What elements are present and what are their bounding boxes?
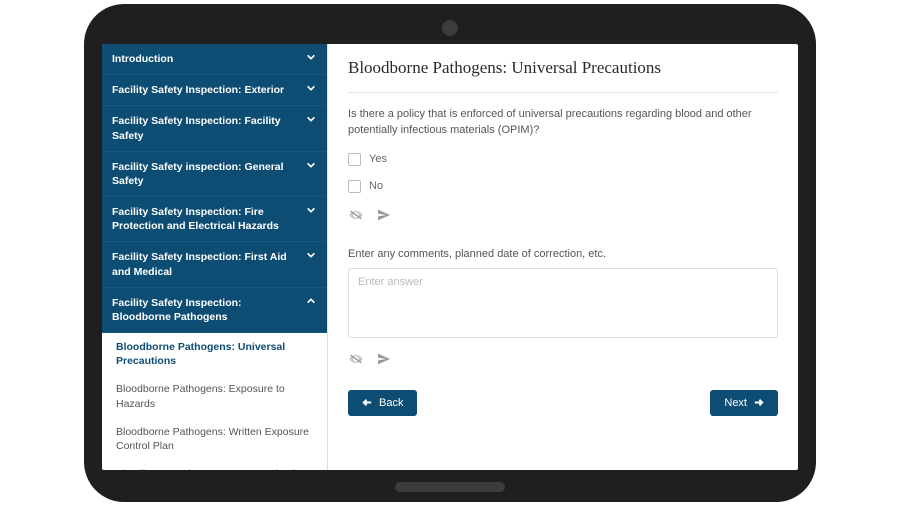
checkbox-no[interactable] [348,180,361,193]
option-label: Yes [369,153,387,165]
sidebar-section-facility-safety[interactable]: Facility Safety Inspection: Facility Saf… [102,106,327,151]
chevron-down-icon [305,52,317,62]
sidebar-section-label: Facility Safety inspection: General Safe… [112,160,299,188]
app-screen: Introduction Facility Safety Inspection:… [102,44,798,470]
sidebar-item-hbv-vaccinations[interactable]: Bloodborne Pathogens: HBV Vaccinations [102,460,327,470]
sidebar-section-label: Facility Safety Inspection: Exterior [112,83,299,97]
tablet-home-bar [395,482,505,492]
back-button[interactable]: Back [348,390,417,416]
chevron-up-icon [305,296,317,306]
option-no[interactable]: No [348,180,778,193]
sidebar-item-label: Bloodborne Pathogens: HBV Vaccinations [116,468,312,470]
visibility-off-icon[interactable] [348,207,364,226]
arrow-right-icon [753,397,764,408]
chevron-down-icon [305,250,317,260]
nav-row: Back Next [348,390,778,416]
question-text: Is there a policy that is enforced of un… [348,107,778,139]
sidebar-section-general-safety[interactable]: Facility Safety inspection: General Safe… [102,152,327,197]
sidebar-item-written-plan[interactable]: Bloodborne Pathogens: Written Exposure C… [102,418,327,460]
option-yes[interactable]: Yes [348,153,778,166]
chevron-down-icon [305,205,317,215]
chevron-down-icon [305,83,317,93]
sidebar-section-first-aid[interactable]: Facility Safety Inspection: First Aid an… [102,242,327,287]
chevron-down-icon [305,114,317,124]
back-label: Back [379,397,403,409]
sidebar: Introduction Facility Safety Inspection:… [102,44,328,470]
sidebar-section-introduction[interactable]: Introduction [102,44,327,75]
sidebar-item-universal-precautions[interactable]: Bloodborne Pathogens: Universal Precauti… [102,333,327,375]
sidebar-item-label: Bloodborne Pathogens: Universal Precauti… [116,341,285,367]
sidebar-section-label: Facility Safety Inspection: Fire Protect… [112,205,299,233]
sidebar-section-exterior[interactable]: Facility Safety Inspection: Exterior [102,75,327,106]
option-label: No [369,180,383,192]
page-title: Bloodborne Pathogens: Universal Precauti… [348,58,778,78]
arrow-left-icon [362,397,373,408]
question-actions [348,207,778,226]
sidebar-item-label: Bloodborne Pathogens: Written Exposure C… [116,426,309,452]
sidebar-section-label: Facility Safety Inspection: First Aid an… [112,250,299,278]
tablet-camera [442,20,458,36]
comments-actions [348,351,778,370]
next-button[interactable]: Next [710,390,778,416]
tablet-frame: Introduction Facility Safety Inspection:… [84,4,816,502]
comments-input[interactable] [348,268,778,338]
comments-label: Enter any comments, planned date of corr… [348,248,778,260]
sidebar-section-label: Facility Safety Inspection: Facility Saf… [112,114,299,142]
sidebar-section-label: Introduction [112,52,299,66]
visibility-off-icon[interactable] [348,351,364,370]
sidebar-section-label: Facility Safety Inspection: Bloodborne P… [112,296,299,324]
sidebar-item-exposure-hazards[interactable]: Bloodborne Pathogens: Exposure to Hazard… [102,375,327,417]
divider [348,92,778,93]
next-label: Next [724,397,747,409]
sidebar-section-bloodborne[interactable]: Facility Safety Inspection: Bloodborne P… [102,288,327,333]
send-icon[interactable] [376,207,392,226]
chevron-down-icon [305,160,317,170]
checkbox-yes[interactable] [348,153,361,166]
sidebar-item-label: Bloodborne Pathogens: Exposure to Hazard… [116,383,285,409]
send-icon[interactable] [376,351,392,370]
main-content: Bloodborne Pathogens: Universal Precauti… [328,44,798,470]
sidebar-section-fire-electrical[interactable]: Facility Safety Inspection: Fire Protect… [102,197,327,242]
